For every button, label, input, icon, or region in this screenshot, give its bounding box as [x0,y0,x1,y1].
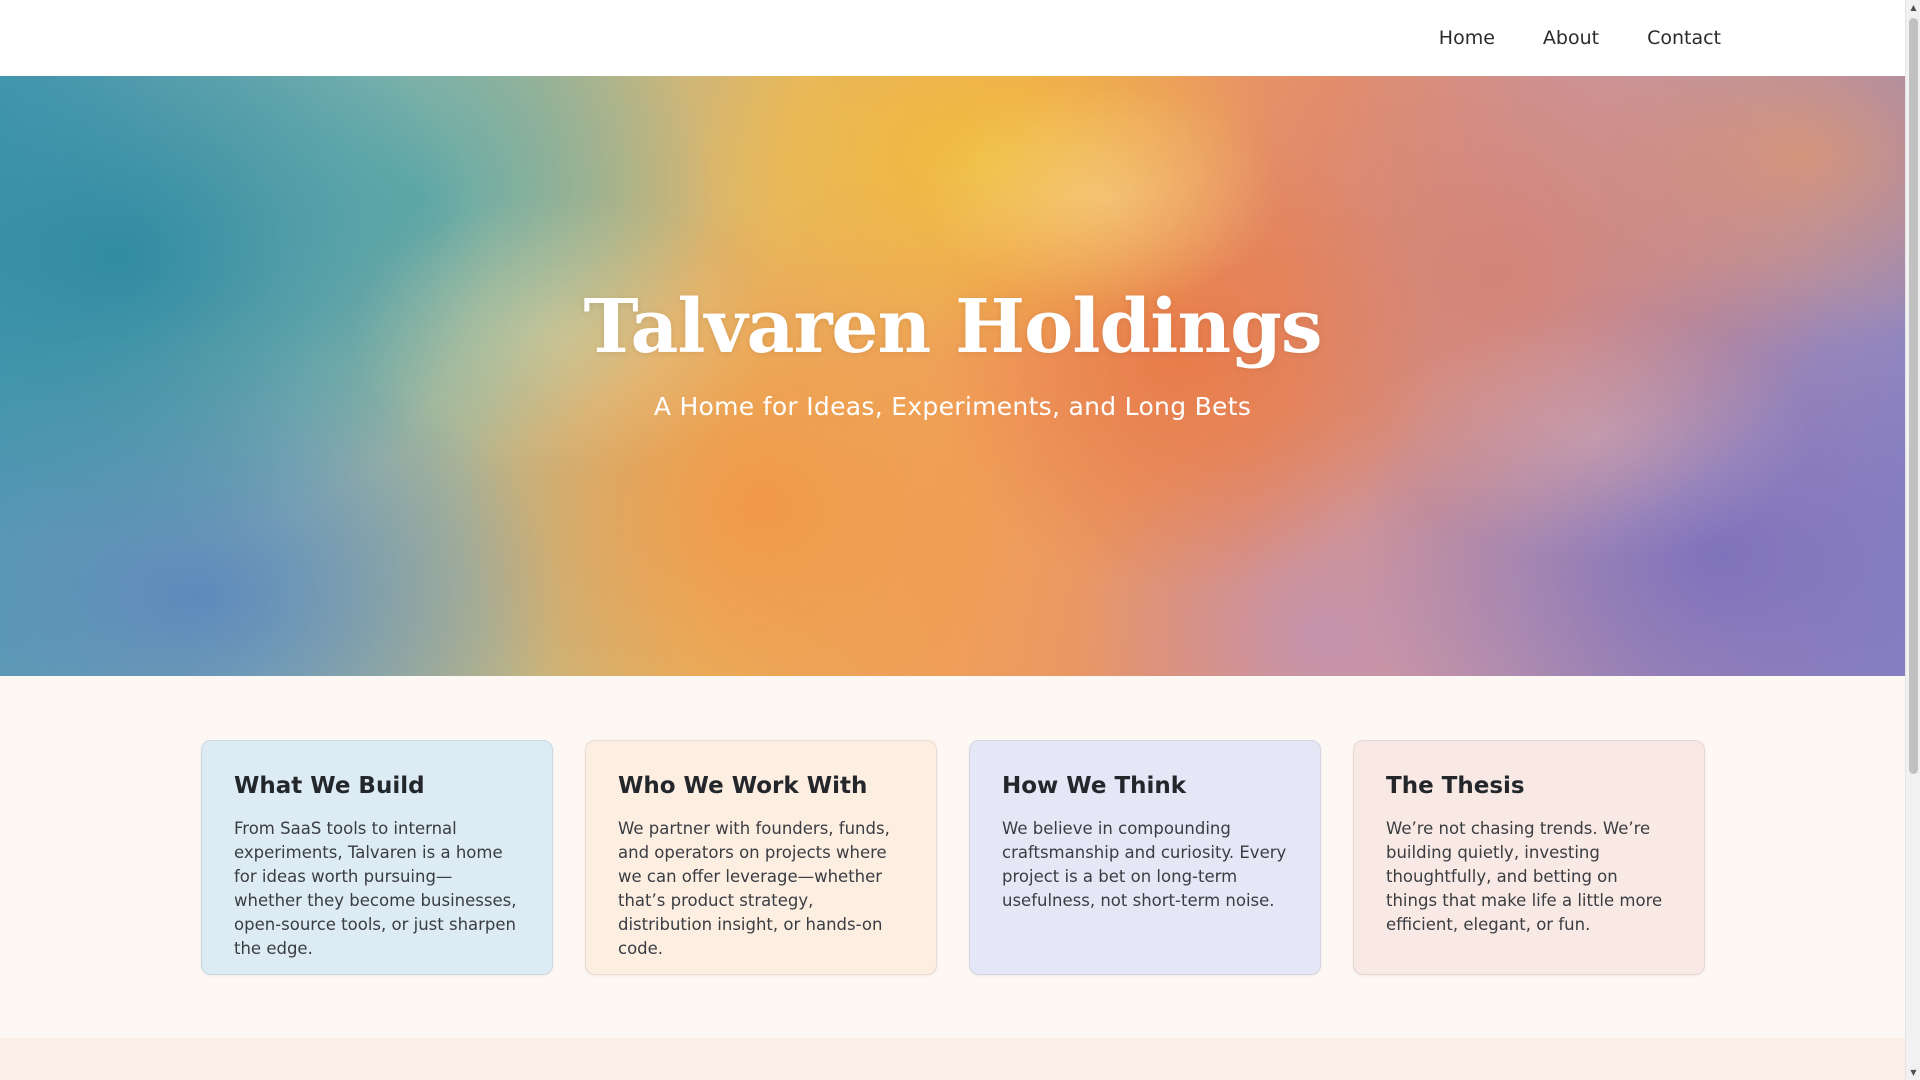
scroll-down-arrow-icon[interactable]: ▼ [1906,1065,1920,1080]
hero-subtitle: A Home for Ideas, Experiments, and Long … [653,392,1252,421]
card-text: We’re not chasing trends. We’re building… [1386,819,1663,934]
nav-links: Home About Contact [1439,0,1721,76]
hero-title: Talvaren Holdings [583,284,1322,370]
vertical-scrollbar[interactable]: ▲ ▼ [1905,0,1920,1080]
hero-banner: Talvaren Holdings A Home for Ideas, Expe… [0,76,1905,676]
card-the-thesis: The Thesis We’re not chasing trends. We’… [1353,740,1705,975]
card-who-we-work-with: Who We Work With We partner with founder… [585,740,937,975]
card-title: What We Build [234,773,425,799]
nav-link-contact[interactable]: Contact [1647,27,1721,49]
card-title: The Thesis [1386,773,1525,799]
top-navigation: Home About Contact [0,0,1905,76]
card-text: From SaaS tools to internal experiments,… [234,819,517,958]
card-text: We partner with founders, funds, and ope… [618,819,890,958]
card-text: We believe in compounding craftsmanship … [1002,819,1287,910]
nav-link-about[interactable]: About [1543,27,1599,49]
nav-link-home[interactable]: Home [1439,27,1495,49]
card-title: How We Think [1002,773,1187,799]
card-title: Who We Work With [618,773,868,799]
next-section-band [0,1038,1905,1080]
scrollbar-thumb[interactable] [1909,18,1918,774]
page: Home About Contact Talvaren Holdings A H… [0,0,1905,1080]
scroll-up-arrow-icon[interactable]: ▲ [1906,0,1920,15]
feature-cards: What We Build From SaaS tools to interna… [201,740,1705,975]
card-what-we-build: What We Build From SaaS tools to interna… [201,740,553,975]
card-how-we-think: How We Think We believe in compounding c… [969,740,1321,975]
